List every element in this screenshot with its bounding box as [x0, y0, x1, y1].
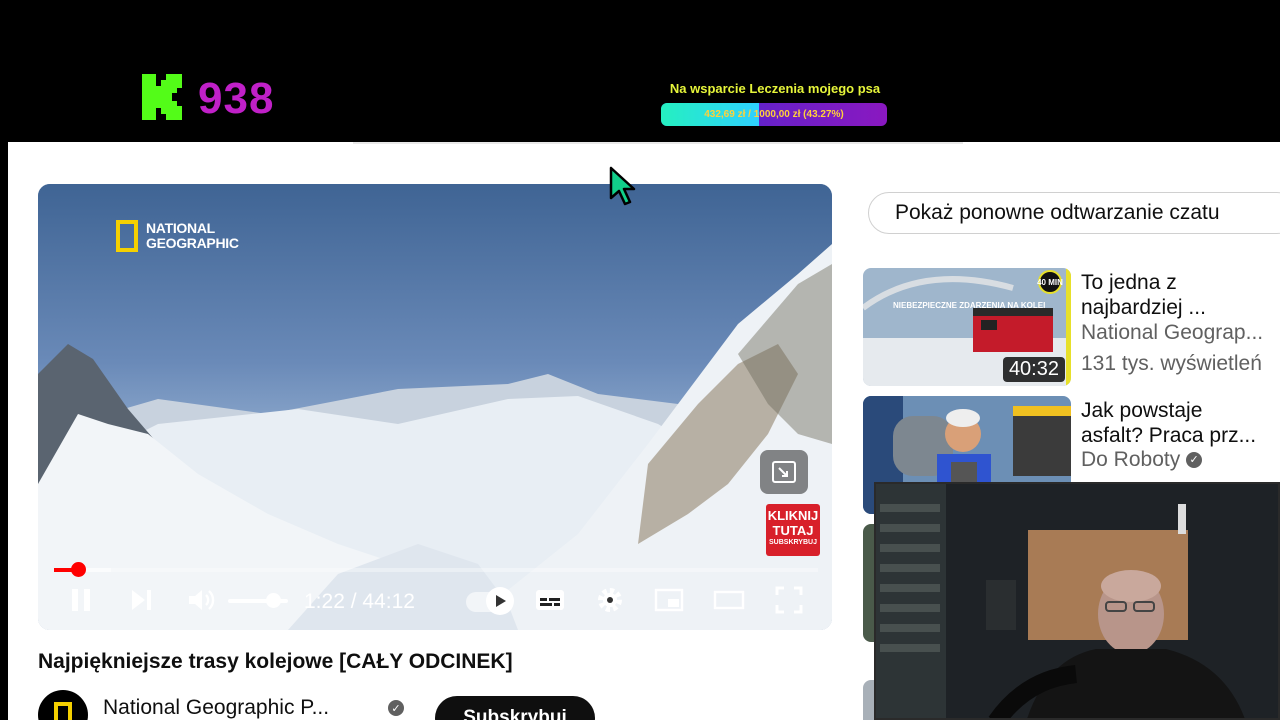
- screen: 938 Na wsparcie Leczenia mojego psa 432,…: [0, 0, 1280, 720]
- natgeo-logo-icon: [54, 702, 72, 720]
- recommendation-title-line: asfalt? Praca prz...: [1081, 424, 1257, 447]
- divider: [353, 142, 963, 144]
- progress-scrubber[interactable]: [70, 562, 86, 577]
- stream-overlay-bar: 938 Na wsparcie Leczenia mojego psa 432,…: [0, 0, 1280, 142]
- recommendation-title-line: Jak powstaje: [1081, 399, 1203, 422]
- subscribe-button[interactable]: Subskrybuj: [435, 696, 595, 720]
- recommendation-title[interactable]: To jedna z najbardziej ...: [1081, 270, 1280, 320]
- verified-icon: ✓: [388, 700, 404, 716]
- pause-button[interactable]: [66, 582, 96, 618]
- channel-name[interactable]: National Geographic P...: [103, 696, 329, 720]
- goal-progress-bar: 432,69 zł / 1000,00 zł (43.27%): [661, 103, 887, 126]
- natgeo-watermark: NATIONAL GEOGRAPHIC: [116, 220, 239, 252]
- webcam-overlay: [874, 482, 1280, 720]
- player-controls: 1:22 / 44:12: [38, 580, 832, 624]
- recommendation-views: 131 tys. wyświetleń: [1081, 352, 1262, 375]
- time-display: 1:22 / 44:12: [304, 590, 415, 613]
- recommendation-channel-name: Do Roboty: [1081, 448, 1181, 471]
- natgeo-text: NATIONAL GEOGRAPHIC: [146, 220, 239, 251]
- goal-title: Na wsparcie Leczenia mojego psa: [669, 81, 881, 96]
- recommendation-channel: National Geograp...: [1081, 321, 1264, 344]
- settings-icon: [598, 588, 622, 612]
- volume-icon: [189, 590, 215, 610]
- video-title: Najpiękniejsze trasy kolejowe [CAŁY ODCI…: [38, 650, 513, 673]
- viewer-count: 938: [198, 74, 275, 123]
- badge-sub-text: SUBSKRYBUJ: [769, 539, 817, 546]
- mute-button[interactable]: [184, 582, 218, 618]
- progress-bar[interactable]: [54, 562, 818, 577]
- volume-knob[interactable]: [266, 593, 281, 608]
- recommendation-title-line: To jedna z: [1081, 271, 1177, 294]
- thumb-caption: NIEBEZPIECZNE ZDARZENIA NA KOLEI: [893, 301, 1045, 310]
- thumb-badge: 40 MIN: [1037, 278, 1063, 287]
- recommendation-thumbnail[interactable]: 40 MIN NIEBEZPIECZNE ZDARZENIA NA KOLEI …: [863, 268, 1071, 386]
- miniplayer-icon: [654, 588, 684, 612]
- video-player[interactable]: NATIONAL GEOGRAPHIC KLIKNIJ TUTAJ SUBSKRYB…: [38, 184, 832, 630]
- next-icon: [132, 590, 151, 610]
- video-duration: 40:32: [1002, 357, 1065, 382]
- subtitles-button[interactable]: [534, 582, 566, 618]
- channel-row: National Geographic P... ✓ Subskrybuj: [38, 690, 638, 720]
- fullscreen-button[interactable]: [772, 582, 806, 618]
- fullscreen-icon: [775, 586, 803, 614]
- recommendation-title-line: najbardziej ...: [1081, 296, 1206, 319]
- settings-button[interactable]: [594, 582, 626, 618]
- subtitles-icon: [536, 590, 564, 610]
- natgeo-logo-icon: [116, 220, 138, 252]
- next-button[interactable]: [126, 582, 156, 618]
- theater-icon: [713, 590, 745, 610]
- badge-main-text: KLIKNIJ TUTAJ: [767, 508, 819, 538]
- chat-replay-button[interactable]: Pokaż ponowne odtwarzanie czatu: [868, 192, 1280, 234]
- recommendation-item[interactable]: 40 MIN NIEBEZPIECZNE ZDARZENIA NA KOLEI …: [863, 268, 1280, 386]
- autoplay-knob[interactable]: [486, 587, 514, 615]
- pip-icon: [772, 461, 796, 483]
- pip-toggle-button[interactable]: [760, 450, 808, 494]
- mouse-cursor-icon: [609, 166, 636, 206]
- verified-icon: ✓: [1186, 452, 1203, 469]
- autoplay-icon: [496, 595, 506, 607]
- kick-logo-icon: [142, 74, 182, 120]
- pause-icon: [72, 589, 90, 611]
- miniplayer-button[interactable]: [652, 582, 686, 618]
- theater-button[interactable]: [712, 582, 746, 618]
- channel-avatar[interactable]: [38, 690, 88, 720]
- recommendation-title[interactable]: Jak powstaje asfalt? Praca prz...: [1081, 398, 1280, 448]
- recommendation-channel: Do Roboty ✓: [1081, 448, 1203, 472]
- subscribe-overlay-badge[interactable]: KLIKNIJ TUTAJ SUBSKRYBUJ: [766, 504, 820, 556]
- goal-progress-text: 432,69 zł / 1000,00 zł (43.27%): [704, 109, 844, 120]
- webcam-feed: [876, 484, 1278, 718]
